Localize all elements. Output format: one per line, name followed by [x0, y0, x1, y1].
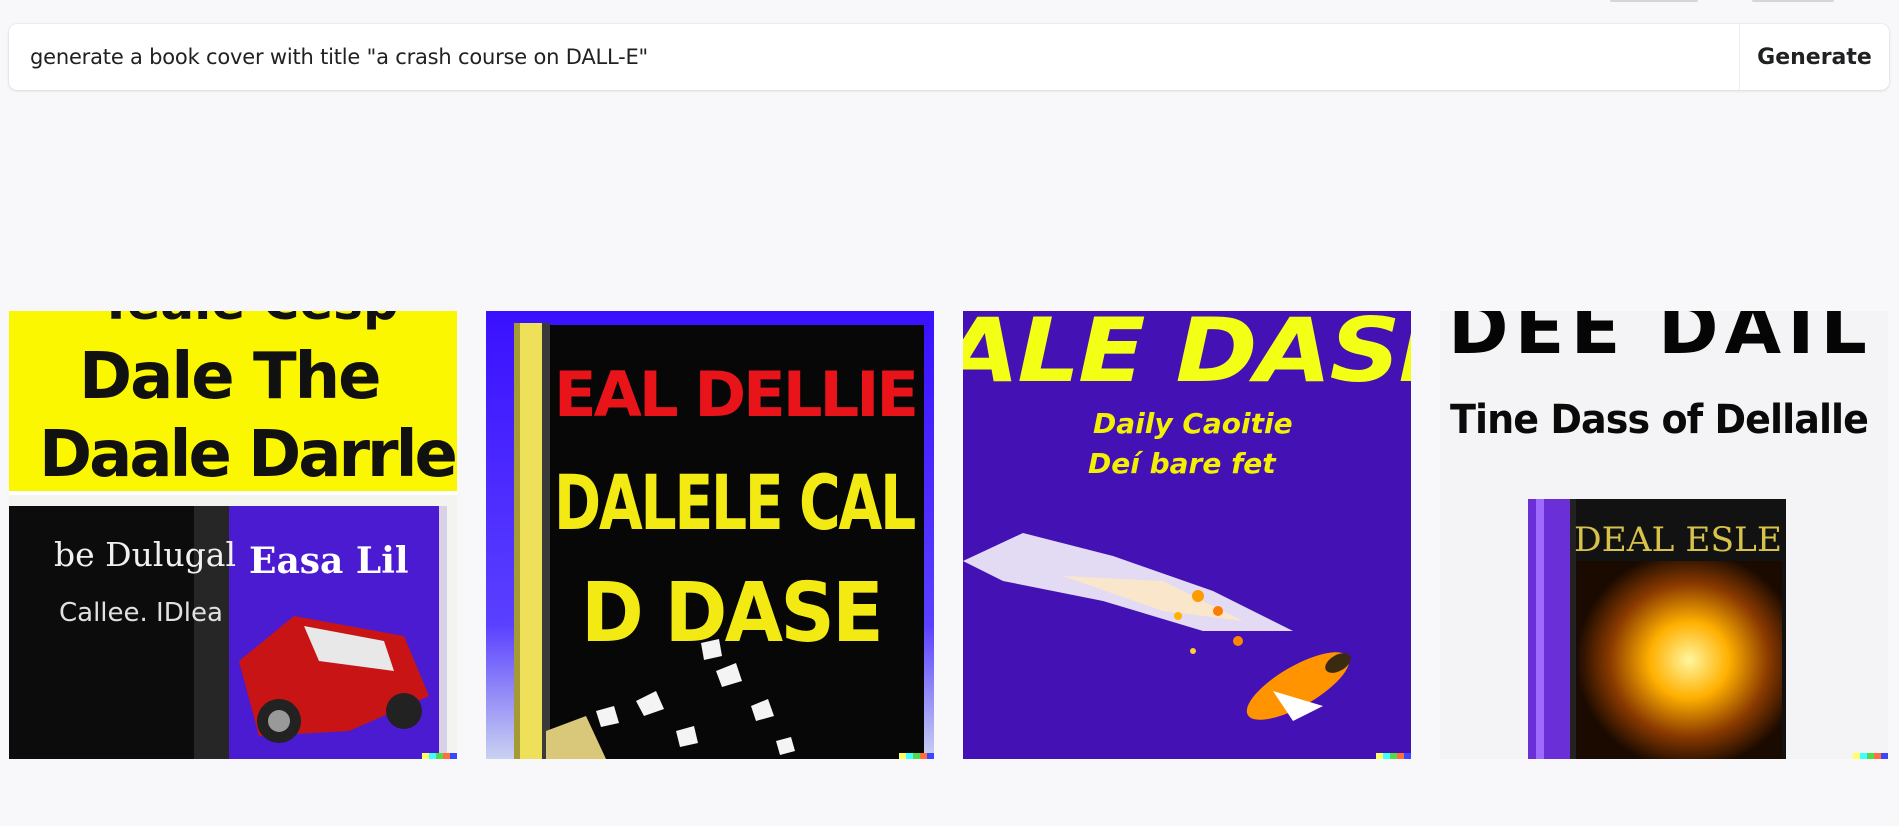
signature-strip: [1376, 753, 1411, 759]
cover-text: Daale Darrle: [39, 418, 456, 492]
book-cover-image: DEE DAIL Tine Dass of Dellalle DEAL ESLE: [1440, 311, 1888, 759]
signature-swatch: [1376, 753, 1383, 759]
signature-strip: [422, 753, 457, 759]
cover-text: ALE DASI: [963, 311, 1411, 402]
book-cover-image: EAL DELLIE DALELE CAL D DASE: [486, 311, 934, 759]
image-result-1[interactable]: Teale Cesp Dale The Daale Darrle be Dulu…: [9, 311, 457, 759]
signature-swatch: [913, 753, 920, 759]
cover-text: DEE DAIL: [1448, 311, 1873, 370]
book-cover-image: ALE DASI Daily Caoitie Deí bare fet: [963, 311, 1411, 759]
signature-swatch: [1860, 753, 1867, 759]
signature-swatch: [1874, 753, 1881, 759]
signature-swatch: [1881, 753, 1888, 759]
signature-swatch: [1383, 753, 1390, 759]
signature-swatch: [422, 753, 429, 759]
results-grid: Teale Cesp Dale The Daale Darrle be Dulu…: [9, 311, 1889, 759]
prompt-input[interactable]: [9, 24, 1739, 90]
cover-text: Dale The: [79, 340, 380, 414]
signature-swatch: [436, 753, 443, 759]
signature-swatch: [899, 753, 906, 759]
book-cover-image: Teale Cesp Dale The Daale Darrle be Dulu…: [9, 311, 457, 759]
cover-text: Deí bare fet: [1088, 447, 1277, 480]
signature-swatch: [1404, 753, 1411, 759]
signature-swatch: [1853, 753, 1860, 759]
cover-text: Tine Dass of Dellalle: [1450, 397, 1868, 443]
cover-text: be Dulugal: [54, 535, 236, 574]
image-result-3[interactable]: ALE DASI Daily Caoitie Deí bare fet: [963, 311, 1411, 759]
cover-text: D DASE: [581, 566, 881, 661]
cover-text: DALELE CAL: [554, 458, 915, 547]
prompt-bar: Generate: [9, 24, 1889, 90]
cover-text: Callee. IDlea: [59, 598, 223, 628]
cover-text: Easa Lil: [249, 540, 409, 582]
cover-text: Teale Cesp: [99, 311, 399, 331]
generate-button[interactable]: Generate: [1739, 24, 1889, 90]
signature-swatch: [927, 753, 934, 759]
image-result-2[interactable]: EAL DELLIE DALELE CAL D DASE: [486, 311, 934, 759]
signature-strip: [1853, 753, 1888, 759]
signature-swatch: [443, 753, 450, 759]
signature-swatch: [429, 753, 436, 759]
signature-swatch: [906, 753, 913, 759]
signature-swatch: [920, 753, 927, 759]
signature-swatch: [1390, 753, 1397, 759]
cover-text: EAL DELLIE: [554, 358, 916, 431]
signature-swatch: [1867, 753, 1874, 759]
cover-text: Daily Caoitie: [1093, 407, 1293, 440]
image-result-4[interactable]: DEE DAIL Tine Dass of Dellalle DEAL ESLE: [1440, 311, 1888, 759]
signature-swatch: [450, 753, 457, 759]
cover-text: DEAL ESLE: [1574, 520, 1782, 560]
signature-swatch: [1397, 753, 1404, 759]
top-control-stub: [1752, 0, 1834, 2]
top-control-stub: [1610, 0, 1698, 2]
signature-strip: [899, 753, 934, 759]
